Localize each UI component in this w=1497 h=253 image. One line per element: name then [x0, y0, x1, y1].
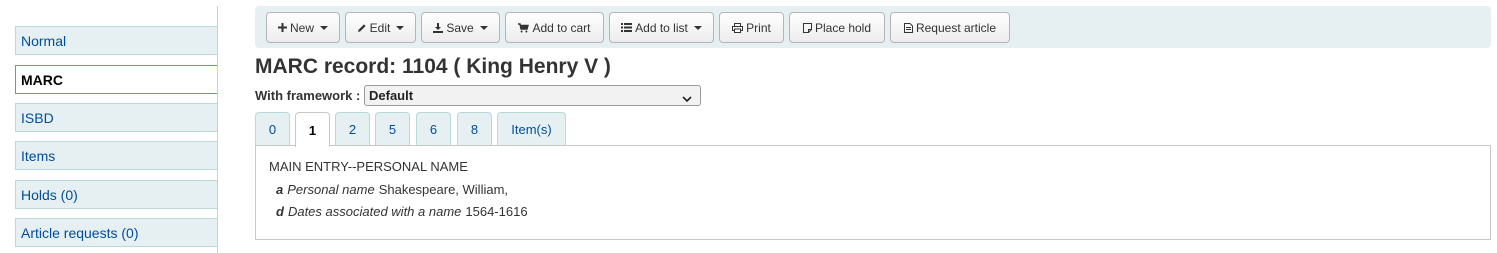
framework-select[interactable]: Default: [364, 85, 701, 106]
tab-label: 8: [470, 122, 479, 137]
field-title: MAIN ENTRY--PERSONAL NAME: [269, 159, 468, 174]
add-to-cart-label: Add to cart: [532, 20, 591, 35]
framework-label: With framework :: [255, 88, 361, 103]
add-to-list-button[interactable]: Add to list: [609, 12, 714, 43]
pencil-icon: [357, 23, 367, 33]
tab-5[interactable]: 5: [375, 112, 410, 146]
subfield-label: Personal name: [287, 182, 375, 197]
subfield-row: a Personal name Shakespeare, William,: [276, 182, 508, 197]
framework-select-value: Default: [369, 88, 414, 103]
edit-button[interactable]: Edit: [345, 12, 416, 43]
add-to-list-label: Add to list: [635, 20, 688, 35]
marc-field-panel: MAIN ENTRY--PERSONAL NAME a Personal name…: [255, 145, 1491, 240]
sidebar-item-marc[interactable]: MARC: [15, 65, 217, 94]
file-text-icon: [903, 22, 913, 33]
sidebar-item-holds[interactable]: Holds (0): [15, 180, 217, 209]
subfield-label: Dates associated with a name: [287, 204, 462, 219]
place-hold-label: Place hold: [814, 20, 872, 35]
list-icon: [621, 23, 633, 32]
edit-button-label: Edit: [369, 20, 391, 35]
tab-label: 2: [348, 122, 357, 137]
chevron-down-icon: [682, 91, 692, 106]
print-button[interactable]: Print: [719, 12, 784, 43]
save-button[interactable]: Save: [421, 12, 500, 43]
tab-label: 0: [268, 122, 277, 137]
record-toolbar: New Edit Save Add to cart Add to list Pr…: [255, 6, 1491, 48]
new-button-label: New: [289, 20, 314, 35]
download-icon: [433, 22, 444, 33]
new-button[interactable]: New: [266, 12, 340, 43]
tab-2[interactable]: 2: [335, 112, 370, 146]
subfield-value: 1564-1616: [465, 204, 528, 219]
add-to-cart-button[interactable]: Add to cart: [505, 12, 604, 43]
subfield-code: d: [276, 204, 284, 219]
sidebar-item-label: Holds (0): [21, 186, 78, 203]
tab-8[interactable]: 8: [457, 112, 492, 146]
subfield-row: d Dates associated with a name 1564-1616: [276, 204, 528, 219]
tab-label: Item(s): [511, 122, 552, 137]
plus-icon: [277, 23, 287, 32]
caret-down-icon: [693, 25, 702, 30]
sidebar-item-label: Items: [21, 147, 56, 164]
tab-1[interactable]: 1: [295, 112, 330, 147]
tab-items[interactable]: Item(s): [497, 112, 566, 146]
record-sidebar: Normal MARC ISBD Items Holds (0) Article…: [0, 0, 218, 253]
sidebar-item-label: MARC: [21, 71, 63, 88]
sidebar-item-article-requests[interactable]: Article requests (0): [15, 218, 217, 247]
tab-label: 5: [388, 122, 397, 137]
sidebar-item-label: Article requests (0): [21, 224, 139, 241]
print-icon: [732, 22, 744, 33]
save-button-label: Save: [446, 20, 474, 35]
tab-6[interactable]: 6: [416, 112, 451, 146]
tab-label: 6: [429, 122, 438, 137]
tab-0[interactable]: 0: [255, 112, 290, 146]
caret-down-icon: [320, 25, 328, 30]
sidebar-item-label: Normal: [21, 32, 67, 49]
caret-down-icon: [396, 25, 405, 30]
sidebar-item-items[interactable]: Items: [15, 141, 217, 170]
request-article-button[interactable]: Request article: [890, 12, 1010, 43]
sidebar-item-normal[interactable]: Normal: [15, 26, 217, 55]
page-title: MARC record: 1104 ( King Henry V ): [255, 55, 611, 78]
sidebar-divider: [217, 6, 218, 253]
tab-label: 1: [308, 122, 317, 138]
place-hold-button[interactable]: Place hold: [789, 12, 885, 43]
sticky-note-icon: [802, 22, 812, 33]
cart-icon: [518, 22, 530, 33]
sidebar-item-label: ISBD: [21, 109, 54, 126]
sidebar-item-isbd[interactable]: ISBD: [15, 103, 217, 132]
subfield-code: a: [276, 182, 284, 197]
caret-down-icon: [479, 25, 488, 30]
subfield-value: Shakespeare, William,: [378, 182, 509, 197]
print-button-label: Print: [746, 20, 771, 35]
request-article-label: Request article: [915, 20, 997, 35]
